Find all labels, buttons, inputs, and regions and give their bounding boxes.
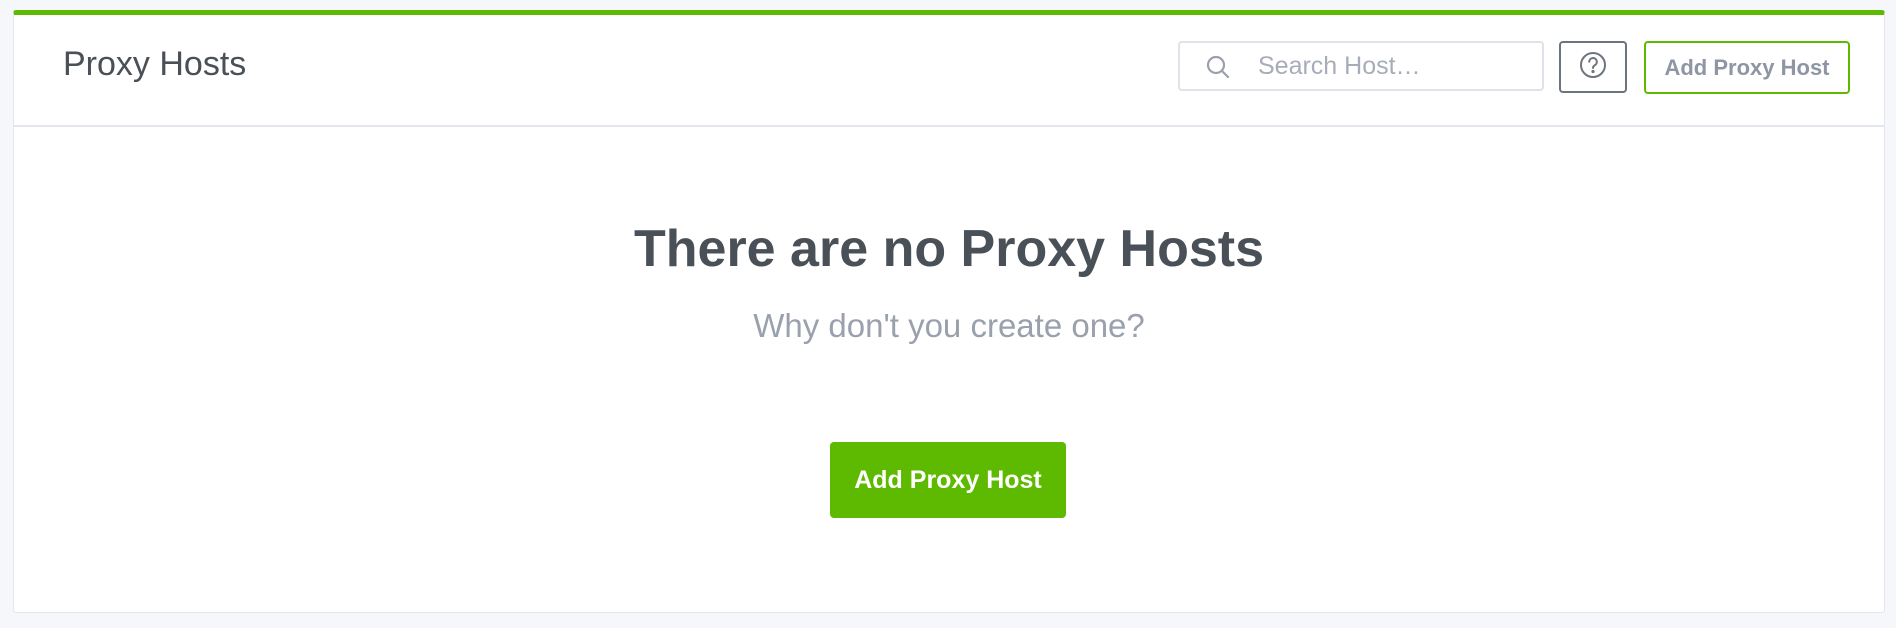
help-circle-icon <box>1578 50 1608 85</box>
search-box[interactable] <box>1178 41 1544 91</box>
card-header: Proxy Hosts Add Proxy Host <box>14 15 1884 127</box>
add-proxy-host-button-header[interactable]: Add Proxy Host <box>1644 41 1850 94</box>
help-button[interactable] <box>1559 41 1627 93</box>
empty-state-subtitle: Why don't you create one? <box>753 307 1145 344</box>
empty-state-title: There are no Proxy Hosts <box>634 220 1264 278</box>
search-input[interactable] <box>1258 43 1528 89</box>
add-proxy-host-button[interactable]: Add Proxy Host <box>830 442 1066 518</box>
page-title: Proxy Hosts <box>63 45 247 83</box>
proxy-hosts-card: Proxy Hosts Add Proxy Host There are no … <box>13 10 1885 613</box>
search-icon <box>1206 55 1230 79</box>
